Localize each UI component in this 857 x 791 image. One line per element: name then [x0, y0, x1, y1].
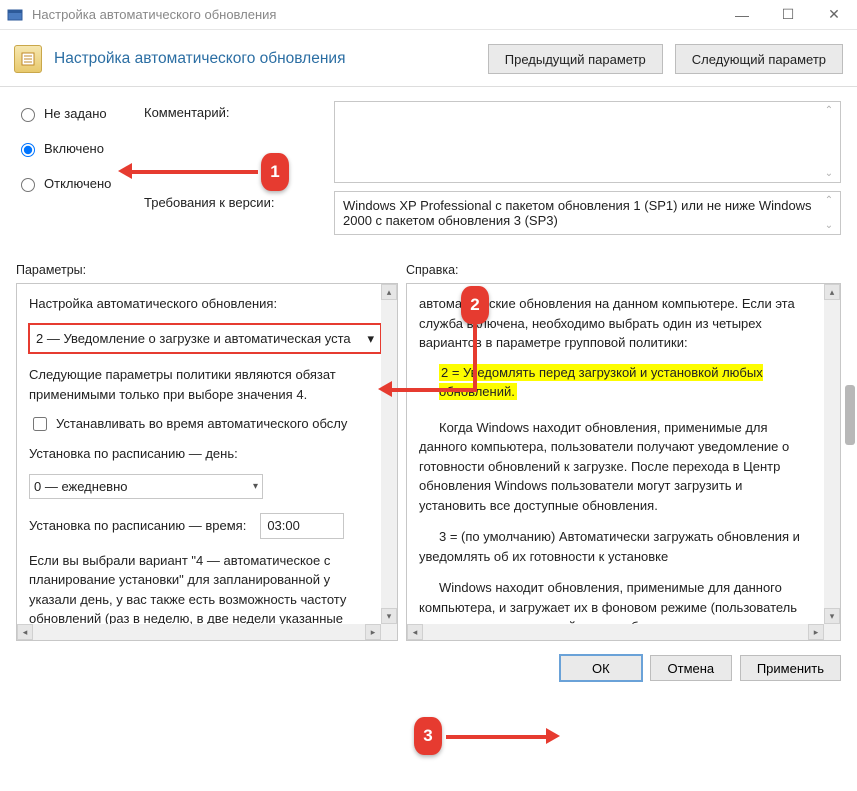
scroll-down-icon[interactable]: ▾	[381, 608, 397, 624]
options-panel: Настройка автоматического обновления: 2 …	[16, 283, 398, 641]
upper-settings: Не задано Включено Отключено Комментарий…	[0, 97, 857, 255]
maximize-button[interactable]: ☐	[765, 0, 811, 30]
radio-enabled[interactable]: Включено	[16, 140, 134, 157]
parameters-label: Параметры:	[16, 263, 396, 277]
install-during-maintenance-checkbox[interactable]: Устанавливать во время автоматического о…	[29, 414, 369, 434]
header: Настройка автоматического обновления Пре…	[0, 30, 857, 86]
scroll-left-icon[interactable]: ◂	[407, 624, 423, 640]
help-p3: 3 = (по умолчанию) Автоматически загружа…	[419, 527, 812, 566]
help-p2: Когда Windows находит обновления, примен…	[419, 418, 812, 516]
radio-disabled[interactable]: Отключено	[16, 175, 134, 192]
help-highlight: 2 = Уведомлять перед загрузкой и установ…	[439, 364, 763, 401]
scroll-down-icon[interactable]: ▾	[824, 608, 840, 624]
help-p1: автоматические обновления на данном комп…	[419, 294, 812, 353]
ok-button[interactable]: ОК	[560, 655, 642, 681]
options-footnote: Если вы выбрали вариант "4 — автоматичес…	[29, 551, 369, 625]
dialog-footer: ОК Отмена Применить	[0, 641, 857, 691]
radio-not-configured-input[interactable]	[21, 108, 35, 122]
help-label: Справка:	[406, 263, 459, 277]
previous-parameter-button[interactable]: Предыдущий параметр	[488, 44, 663, 74]
scheduled-day-select[interactable]: 0 — ежедневно ▾	[29, 474, 263, 500]
annotation-badge-3: 3	[414, 717, 442, 755]
annotation-arrowhead-3	[546, 728, 560, 744]
radio-enabled-input[interactable]	[21, 143, 35, 157]
scheduled-day-label: Установка по расписанию — день:	[29, 444, 369, 464]
help-p4: Windows находит обновления, применимые д…	[419, 578, 812, 624]
titlebar: Настройка автоматического обновления — ☐…	[0, 0, 857, 30]
vertical-scrollbar[interactable]: ▴ ▾	[381, 284, 397, 624]
divider	[0, 86, 857, 87]
policy-icon	[14, 45, 42, 73]
scroll-left-icon[interactable]: ◂	[17, 624, 33, 640]
next-parameter-button[interactable]: Следующий параметр	[675, 44, 843, 74]
apply-button[interactable]: Применить	[740, 655, 841, 681]
vertical-scrollbar[interactable]: ▴ ▾	[824, 284, 840, 624]
scheduled-time-input[interactable]: 03:00	[260, 513, 344, 539]
horizontal-scrollbar[interactable]: ◂ ▸	[407, 624, 824, 640]
update-mode-value: 2 — Уведомление о загрузке и автоматичес…	[36, 329, 351, 349]
update-mode-select[interactable]: 2 — Уведомление о загрузке и автоматичес…	[29, 324, 381, 354]
page-title: Настройка автоматического обновления	[54, 50, 476, 68]
radio-enabled-label: Включено	[44, 141, 104, 156]
options-heading: Настройка автоматического обновления:	[29, 294, 369, 314]
requirements-textbox[interactable]: Windows XP Professional с пакетом обновл…	[334, 191, 841, 235]
comment-label: Комментарий:	[144, 101, 324, 183]
close-button[interactable]: ✕	[811, 0, 857, 30]
resize-grip	[381, 624, 397, 640]
chevron-down-icon: ▾	[253, 479, 258, 494]
scheduled-time-label: Установка по расписанию — время:	[29, 516, 246, 536]
requirements-value: Windows XP Professional с пакетом обновл…	[343, 198, 812, 228]
cancel-button[interactable]: Отмена	[650, 655, 732, 681]
resize-grip	[824, 624, 840, 640]
scroll-up-icon[interactable]: ▴	[381, 284, 397, 300]
comment-textbox[interactable]: ⌃⌄	[334, 101, 841, 183]
options-note: Следующие параметры политики являются об…	[29, 365, 369, 404]
scheduled-day-value: 0 — ежедневно	[34, 477, 128, 497]
horizontal-scrollbar[interactable]: ◂ ▸	[17, 624, 381, 640]
minimize-button[interactable]: —	[719, 0, 765, 30]
help-panel: автоматические обновления на данном комп…	[406, 283, 841, 641]
radio-disabled-input[interactable]	[21, 178, 35, 192]
radio-not-configured-label: Не задано	[44, 106, 107, 121]
chevron-down-icon: ▾	[367, 329, 374, 349]
scrollbar[interactable]: ⌃⌄	[821, 195, 837, 231]
scroll-right-icon[interactable]: ▸	[808, 624, 824, 640]
scheduled-time-value: 03:00	[267, 518, 300, 533]
scrollbar[interactable]: ⌃⌄	[821, 105, 837, 179]
content-columns: Настройка автоматического обновления: 2 …	[0, 283, 857, 641]
scroll-right-icon[interactable]: ▸	[365, 624, 381, 640]
requirements-label: Требования к версии:	[144, 191, 324, 235]
outer-scrollbar-thumb[interactable]	[845, 385, 855, 445]
app-icon	[6, 6, 24, 24]
window-title: Настройка автоматического обновления	[32, 7, 719, 22]
install-during-maintenance-label: Устанавливать во время автоматического о…	[56, 414, 347, 434]
install-during-maintenance-input[interactable]	[33, 417, 47, 431]
section-labels: Параметры: Справка:	[0, 255, 857, 283]
radio-disabled-label: Отключено	[44, 176, 111, 191]
radio-not-configured[interactable]: Не задано	[16, 105, 134, 122]
scroll-up-icon[interactable]: ▴	[824, 284, 840, 300]
annotation-arrow-3	[446, 735, 546, 739]
